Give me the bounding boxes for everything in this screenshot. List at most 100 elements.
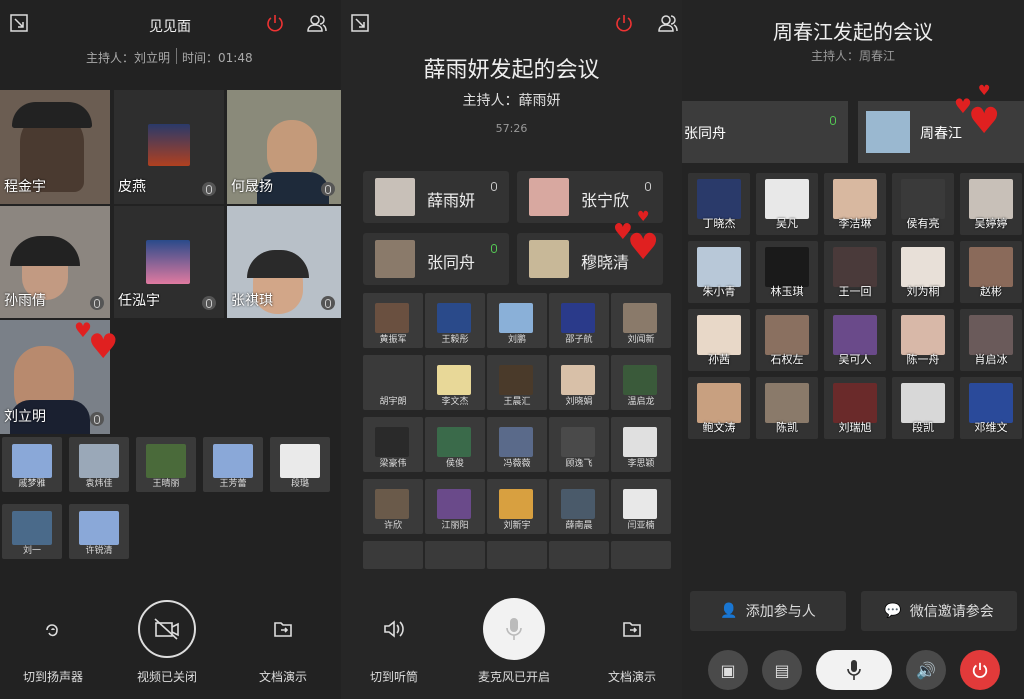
doc-present-label: 文档演示: [258, 670, 307, 684]
video-tile[interactable]: 皮燕: [114, 90, 224, 204]
folder-button[interactable]: ▤: [762, 650, 802, 690]
participant-thumb[interactable]: 顾逸飞: [549, 417, 609, 472]
avatar: [499, 303, 533, 333]
wechat-invite-button[interactable]: 💬 微信邀请参会: [861, 591, 1017, 631]
participant-thumb[interactable]: 冯薇薇: [487, 417, 547, 472]
participant-thumb[interactable]: [363, 541, 423, 569]
meeting-title: 周春江发起的会议: [773, 20, 933, 44]
participant-thumb[interactable]: 许锐清: [69, 504, 129, 559]
participant-thumb[interactable]: 江丽阳: [425, 479, 485, 534]
participant-thumb[interactable]: 刘鹏: [487, 293, 547, 348]
doc-present-button[interactable]: [266, 612, 300, 646]
handset-toggle-button[interactable]: [377, 612, 411, 646]
participant-thumb[interactable]: 石权左: [756, 309, 818, 371]
avatar: [765, 383, 809, 423]
minimize-icon[interactable]: [349, 12, 371, 34]
participant-thumb[interactable]: 戚梦雅: [2, 437, 62, 492]
add-participant-button[interactable]: 👤 添加参与人: [690, 591, 846, 631]
participant-thumb[interactable]: [425, 541, 485, 569]
participant-thumb[interactable]: 孙茜: [688, 309, 750, 371]
doc-present-button[interactable]: [615, 612, 649, 646]
main-participant[interactable]: 张同舟: [682, 101, 848, 163]
avatar: [833, 179, 877, 219]
main-participant[interactable]: 薛雨妍: [363, 171, 509, 223]
mic-icon: [826, 113, 840, 127]
participant-thumb[interactable]: 刘瑞旭: [824, 377, 886, 439]
participant-thumb[interactable]: 赵彬: [960, 241, 1022, 303]
screen-share-button[interactable]: ▣: [708, 650, 748, 690]
avatar: [499, 489, 533, 519]
power-icon[interactable]: [264, 12, 286, 34]
participant-thumb[interactable]: 袁炜佳: [69, 437, 129, 492]
participant-thumb[interactable]: 薛南晨: [549, 479, 609, 534]
participant-thumb[interactable]: 侯有亮: [892, 173, 954, 235]
avatar: [437, 489, 471, 519]
participant-name: 黄振军: [379, 335, 407, 345]
participant-name: 程金宇: [4, 179, 46, 195]
avatar: [697, 383, 741, 423]
participant-name: 李思颖: [627, 459, 655, 469]
participant-thumb[interactable]: [487, 541, 547, 569]
participant-thumb[interactable]: 李文杰: [425, 355, 485, 410]
participants-icon[interactable]: [306, 12, 328, 34]
participant-thumb[interactable]: 胡宇朗: [363, 355, 423, 410]
speaker-button[interactable]: 🔊: [906, 650, 946, 690]
video-tile[interactable]: 何晟扬: [227, 90, 341, 204]
power-icon[interactable]: [613, 12, 635, 34]
participant-thumb[interactable]: 王晨汇: [487, 355, 547, 410]
avatar: [969, 383, 1013, 423]
participant-thumb[interactable]: 刘闻新: [611, 293, 671, 348]
mic-icon: [90, 412, 104, 426]
participant-thumb[interactable]: 丁晓杰: [688, 173, 750, 235]
video-tile[interactable]: 孙雨倩: [0, 206, 110, 318]
participant-thumb[interactable]: 鲍文涛: [688, 377, 750, 439]
participant-thumb[interactable]: 梁豪伟: [363, 417, 423, 472]
participant-thumb[interactable]: 段凯: [892, 377, 954, 439]
avatar: [437, 303, 471, 333]
video-tile[interactable]: 任泓宇: [114, 206, 224, 318]
participant-thumb[interactable]: 陈一舟: [892, 309, 954, 371]
speaker-toggle-button[interactable]: [36, 612, 70, 646]
participant-thumb[interactable]: 刘晓娟: [549, 355, 609, 410]
participant-thumb[interactable]: 吴可人: [824, 309, 886, 371]
mic-toggle-button[interactable]: [816, 650, 892, 690]
participant-thumb[interactable]: 朱小青: [688, 241, 750, 303]
participant-thumb[interactable]: 许欣: [363, 479, 423, 534]
participant-thumb[interactable]: 吴凡: [756, 173, 818, 235]
participant-thumb[interactable]: [611, 541, 671, 569]
participant-thumb[interactable]: 段璐: [270, 437, 330, 492]
participant-thumb[interactable]: 陈凯: [756, 377, 818, 439]
participant-thumb[interactable]: 王毅彤: [425, 293, 485, 348]
participant-thumb[interactable]: 刘新宇: [487, 479, 547, 534]
participant-thumb[interactable]: 肖启冰: [960, 309, 1022, 371]
main-participant[interactable]: 张同舟: [363, 233, 509, 285]
participant-thumb[interactable]: 刘一: [2, 504, 62, 559]
participant-name: 刘鹏: [507, 335, 526, 345]
participant-thumb[interactable]: 王一回: [824, 241, 886, 303]
participant-name: 王一回: [838, 285, 872, 298]
participant-thumb[interactable]: 邓维文: [960, 377, 1022, 439]
participant-thumb[interactable]: 闫亚楠: [611, 479, 671, 534]
participant-thumb[interactable]: 李思颖: [611, 417, 671, 472]
video-tile[interactable]: 张祺琪: [227, 206, 341, 318]
participant-thumb[interactable]: 黄振军: [363, 293, 423, 348]
participant-thumb[interactable]: 王芳蕾: [203, 437, 263, 492]
participant-thumb[interactable]: 温启龙: [611, 355, 671, 410]
participant-thumb[interactable]: 林玉琪: [756, 241, 818, 303]
mic-toggle-button[interactable]: [483, 598, 545, 660]
participant-thumb[interactable]: 吴婷婷: [960, 173, 1022, 235]
minimize-icon[interactable]: [8, 12, 30, 34]
participant-thumb[interactable]: 侯俊: [425, 417, 485, 472]
participant-name: 邓维文: [974, 421, 1008, 434]
participant-name: 刘立明: [4, 409, 46, 425]
heart-icon: ♥: [88, 327, 119, 367]
video-toggle-button[interactable]: [138, 600, 196, 658]
participant-thumb[interactable]: 李洁琳: [824, 173, 886, 235]
participant-thumb[interactable]: 王晴丽: [136, 437, 196, 492]
participant-thumb[interactable]: 邵子航: [549, 293, 609, 348]
participant-thumb[interactable]: 刘为桐: [892, 241, 954, 303]
end-meeting-button[interactable]: [960, 650, 1000, 690]
video-tile[interactable]: 程金宇: [0, 90, 110, 204]
participant-thumb[interactable]: [549, 541, 609, 569]
participants-icon[interactable]: [657, 12, 679, 34]
